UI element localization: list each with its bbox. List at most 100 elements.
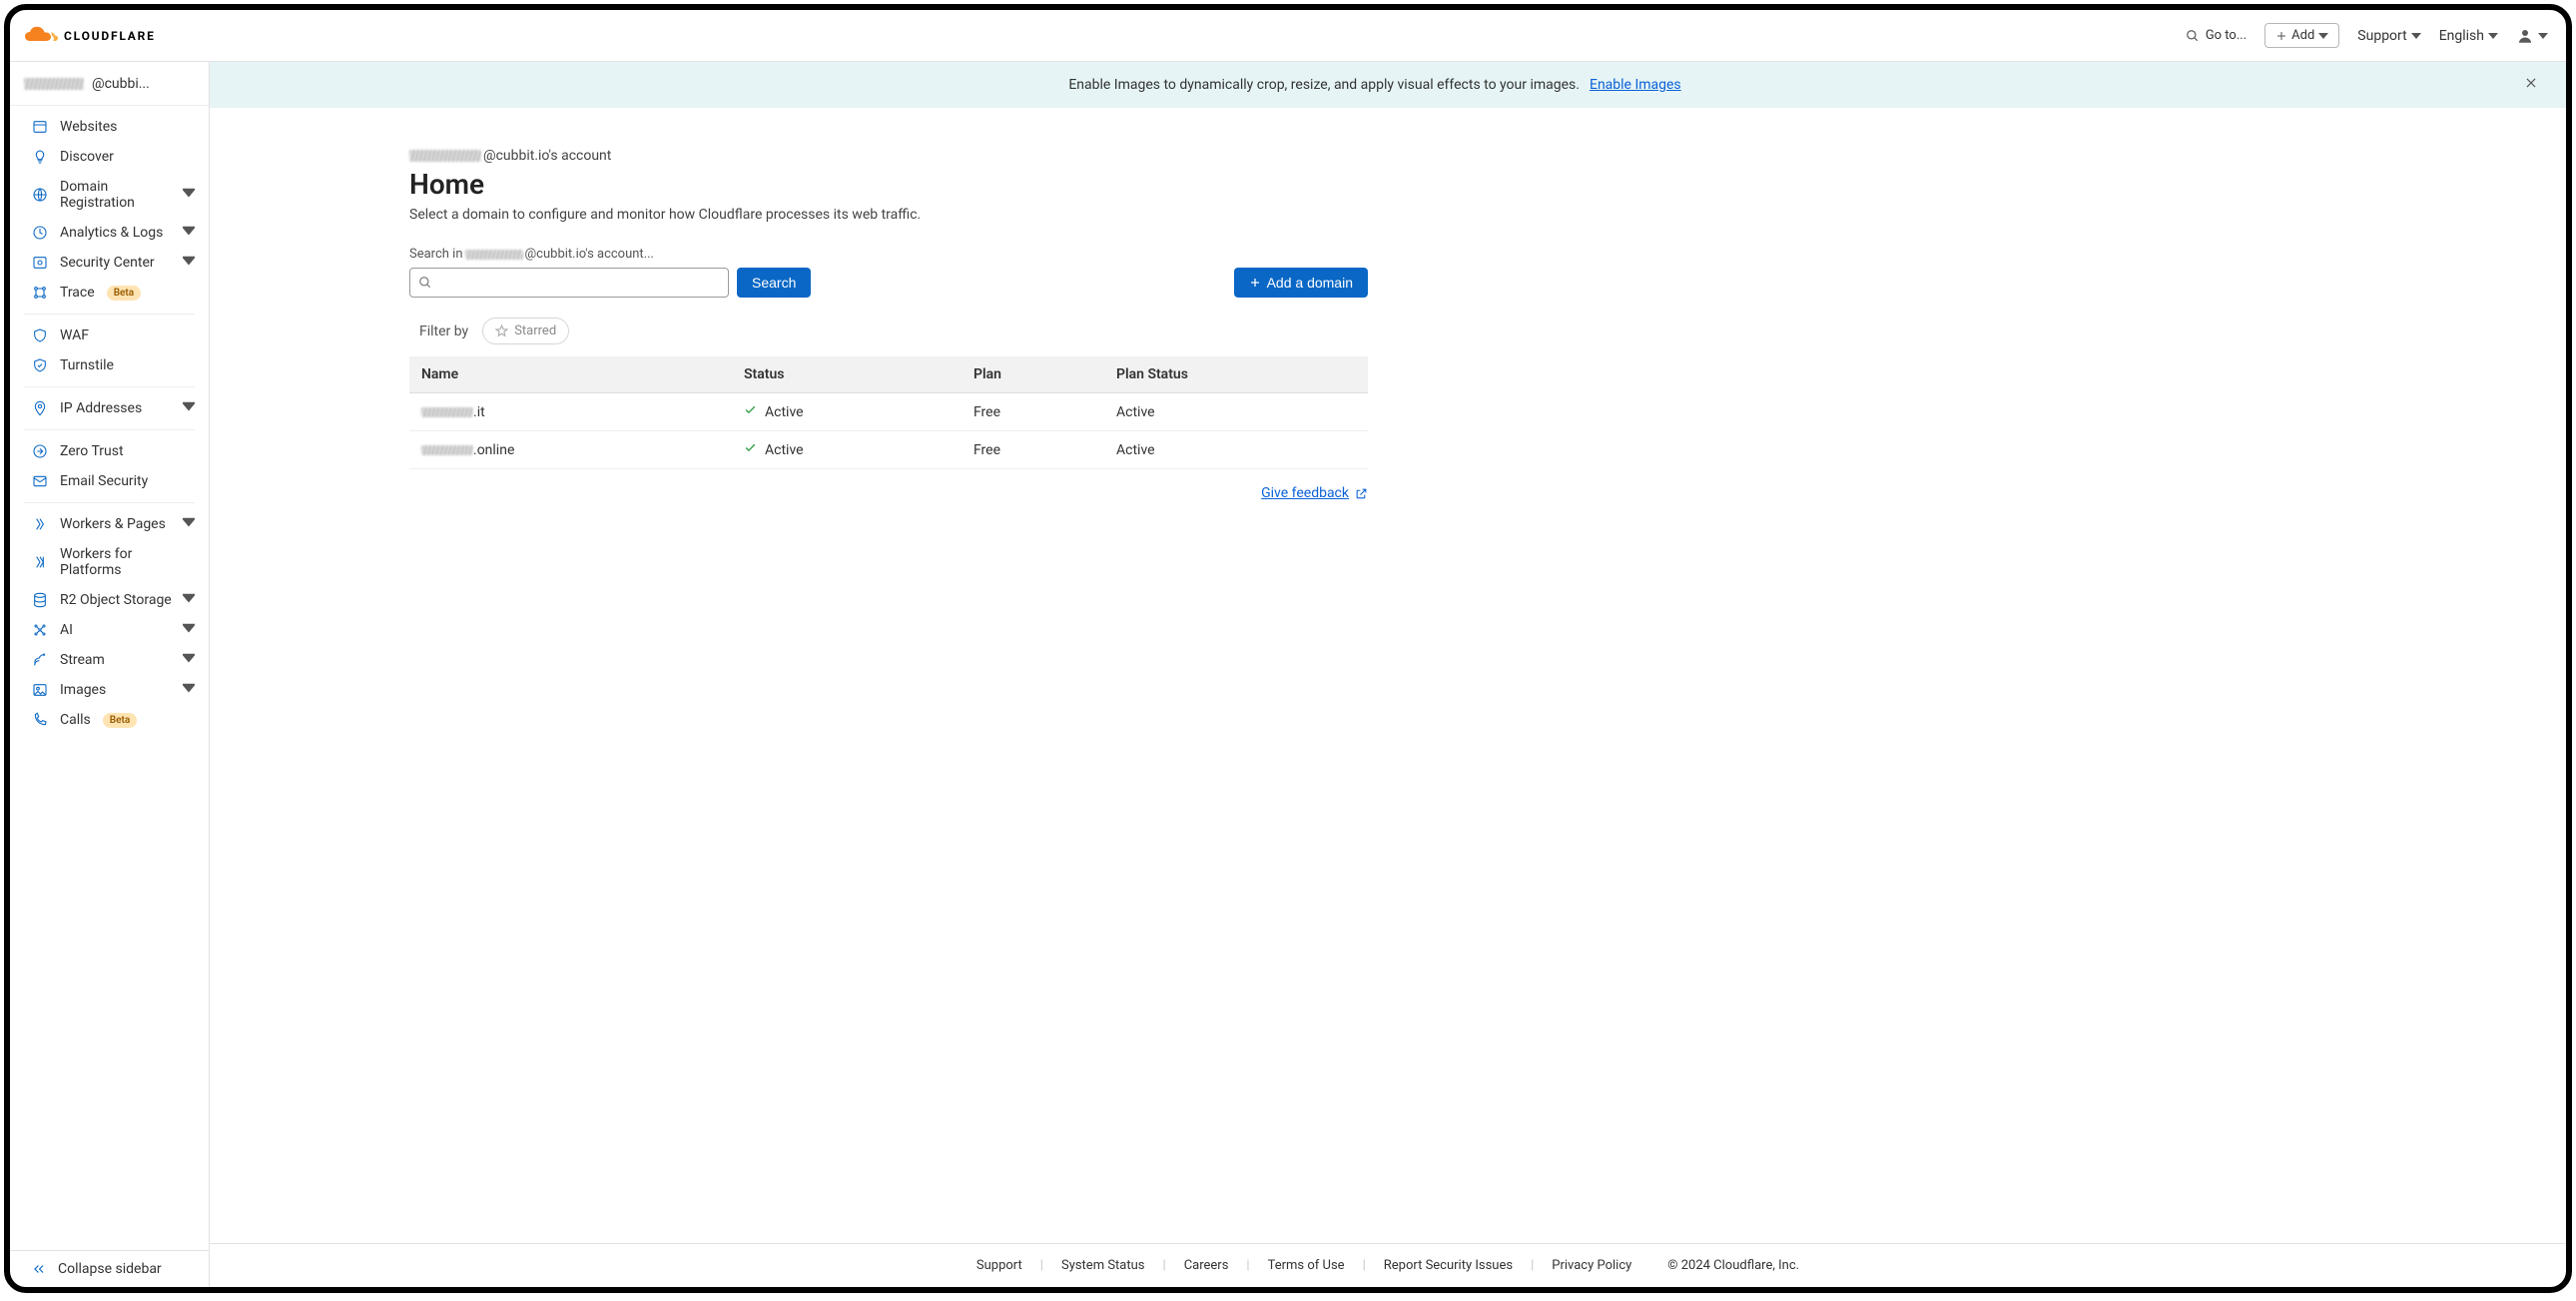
user-menu[interactable] — [2516, 27, 2548, 45]
sidebar-item-trace[interactable]: Trace Beta — [10, 278, 209, 308]
sidebar-item-label: Calls — [60, 712, 91, 728]
trace-icon — [32, 285, 48, 301]
support-label: Support — [2357, 28, 2406, 44]
footer-link[interactable]: Careers — [1184, 1258, 1229, 1273]
sidebar-item-label: R2 Object Storage — [60, 592, 172, 608]
account-heading: @cubbit.io's account — [409, 148, 1368, 164]
add-domain-button[interactable]: Add a domain — [1234, 268, 1368, 298]
sidebar-item-websites[interactable]: Websites — [10, 112, 209, 142]
cloud-icon — [24, 25, 58, 47]
table-row[interactable]: .it Active Free Active — [409, 393, 1368, 431]
chevron-down-icon — [183, 225, 195, 241]
sidebar-item-security-center[interactable]: Security Center — [10, 248, 209, 278]
sidebar-item-label: Workers & Pages — [60, 516, 166, 532]
give-feedback-link[interactable]: Give feedback — [1261, 485, 1368, 501]
check-icon — [744, 403, 757, 420]
chevron-down-icon — [183, 652, 195, 668]
cell-plan: Free — [962, 431, 1104, 469]
cell-name: .online — [409, 431, 732, 469]
banner-close-button[interactable] — [2518, 74, 2544, 96]
table-header: Name — [409, 356, 732, 393]
platforms-icon — [32, 554, 48, 570]
search-button[interactable]: Search — [737, 268, 811, 298]
chevron-down-icon — [2488, 31, 2498, 41]
sidebar-item-analytics-logs[interactable]: Analytics & Logs — [10, 218, 209, 248]
sidebar-item-turnstile[interactable]: Turnstile — [10, 350, 209, 380]
sidebar-item-label: AI — [60, 622, 73, 638]
footer-link[interactable]: Privacy Policy — [1552, 1258, 1631, 1273]
browser-icon — [32, 119, 48, 135]
security-icon — [32, 255, 48, 271]
cloudflare-logo[interactable]: CLOUDFLARE — [24, 25, 156, 47]
sidebar-item-workers-for-platforms[interactable]: Workers for Platforms — [10, 539, 209, 585]
sidebar-item-stream[interactable]: Stream — [10, 645, 209, 675]
cell-plan: Free — [962, 393, 1104, 431]
search-icon — [2186, 29, 2200, 43]
footer-link[interactable]: System Status — [1061, 1258, 1145, 1273]
sidebar-item-label: Security Center — [60, 255, 155, 271]
sidebar-item-discover[interactable]: Discover — [10, 142, 209, 172]
filter-starred-label: Starred — [514, 324, 556, 338]
banner-enable-link[interactable]: Enable Images — [1590, 77, 1681, 93]
bulb-icon — [32, 149, 48, 165]
redacted-text — [24, 78, 84, 90]
cell-plan-status: Active — [1104, 431, 1368, 469]
account-switcher[interactable]: @cubbi... — [10, 62, 209, 106]
sidebar-item-waf[interactable]: WAF — [10, 321, 209, 350]
plus-icon — [1249, 277, 1261, 289]
give-feedback-label: Give feedback — [1261, 485, 1349, 501]
footer-link[interactable]: Report Security Issues — [1384, 1258, 1513, 1273]
cell-name: .it — [409, 393, 732, 431]
sidebar-item-ai[interactable]: AI — [10, 615, 209, 645]
brand-word: CLOUDFLARE — [64, 29, 156, 43]
page-title: Home — [409, 168, 1368, 201]
domain-search-input[interactable] — [438, 275, 720, 291]
plus-icon — [2275, 30, 2287, 42]
beta-badge: Beta — [103, 713, 137, 728]
turnstile-icon — [32, 357, 48, 373]
collapse-sidebar-button[interactable]: Collapse sidebar — [10, 1250, 209, 1287]
storage-icon — [32, 592, 48, 608]
sidebar-item-ip-addresses[interactable]: IP Addresses — [10, 393, 209, 423]
add-dropdown[interactable]: Add — [2264, 23, 2339, 48]
redacted-text — [421, 445, 473, 455]
support-dropdown[interactable]: Support — [2357, 28, 2420, 44]
table-row[interactable]: .online Active Free Active — [409, 431, 1368, 469]
language-dropdown[interactable]: English — [2439, 28, 2498, 44]
images-banner: Enable Images to dynamically crop, resiz… — [210, 62, 2566, 108]
sidebar-item-label: Workers for Platforms — [60, 546, 195, 578]
sidebar-item-domain-registration[interactable]: Domain Registration — [10, 172, 209, 218]
sidebar-item-email-security[interactable]: Email Security — [10, 466, 209, 496]
sidebar-item-images[interactable]: Images — [10, 675, 209, 705]
zerotrust-icon — [32, 443, 48, 459]
sidebar-item-r2-object-storage[interactable]: R2 Object Storage — [10, 585, 209, 615]
account-suffix: @cubbit.io's account — [483, 148, 611, 164]
sidebar-item-label: Domain Registration — [60, 179, 183, 211]
sidebar-item-calls[interactable]: Calls Beta — [10, 705, 209, 735]
goto-button[interactable]: Go to... — [2186, 28, 2247, 43]
search-label: Search in @cubbit.io's account... — [409, 247, 1368, 262]
banner-message: Enable Images to dynamically crop, resiz… — [1068, 77, 1580, 93]
sidebar-item-workers-pages[interactable]: Workers & Pages — [10, 509, 209, 539]
sidebar-item-zero-trust[interactable]: Zero Trust — [10, 436, 209, 466]
redacted-text — [409, 150, 481, 162]
search-icon — [418, 276, 432, 290]
chevrons-left-icon — [32, 1262, 46, 1276]
filter-starred-chip[interactable]: Starred — [482, 318, 569, 344]
globe-icon — [32, 187, 48, 203]
sidebar-item-label: Discover — [60, 149, 114, 165]
collapse-label: Collapse sidebar — [58, 1261, 162, 1277]
redacted-text — [465, 250, 523, 260]
sidebar-item-label: Analytics & Logs — [60, 225, 163, 241]
filter-label: Filter by — [419, 324, 468, 339]
add-domain-label: Add a domain — [1267, 275, 1353, 291]
external-link-icon — [1355, 487, 1368, 500]
domain-search-box[interactable] — [409, 268, 729, 298]
cell-plan-status: Active — [1104, 393, 1368, 431]
workers-icon — [32, 516, 48, 532]
chevron-down-icon — [2538, 31, 2548, 41]
images-icon — [32, 682, 48, 698]
footer-link[interactable]: Support — [976, 1258, 1022, 1273]
footer-link[interactable]: Terms of Use — [1268, 1258, 1345, 1273]
chevron-down-icon — [2411, 31, 2421, 41]
